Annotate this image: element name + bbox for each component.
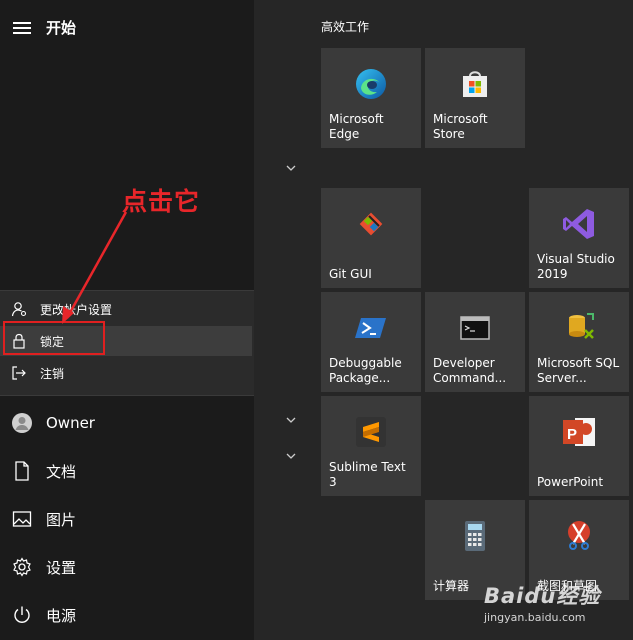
edge-icon [356,69,386,99]
annotation-text: 点击它 [122,187,201,216]
tile-git-gui[interactable]: Git GUI [321,188,421,288]
document-icon [11,460,33,482]
sql-server-icon [569,313,594,339]
nav-item-documents[interactable]: 文档 [0,451,254,491]
tile-label: Debuggable Package... [329,356,402,385]
tile-label: PowerPoint [537,475,604,489]
watermark-url: jingyan.baidu.com [484,611,586,624]
start-title: 开始 [46,19,77,37]
hamburger-menu-icon[interactable] [13,22,31,34]
tile-label: Developer Command... [433,356,507,385]
picture-icon [11,508,33,530]
nav-item-label: 文档 [46,462,77,481]
calculator-icon [465,521,485,551]
chevron-down-icon[interactable] [286,453,296,459]
nav-item-owner[interactable]: Owner [0,403,254,443]
menu-item-label: 注销 [40,366,65,381]
tile-sublime-text[interactable]: Sublime Text 3 [321,396,421,496]
visual-studio-icon [563,209,594,239]
powershell-icon [355,318,386,338]
git-icon [359,212,383,236]
user-avatar-icon [11,412,33,434]
baidu-watermark: Baidu经验 jingyan.baidu.com [484,580,600,624]
tile-group-title: 高效工作 [321,20,370,34]
nav-item-label: 图片 [46,510,77,529]
tile-label: Sublime Text 3 [329,460,406,489]
sublime-icon [356,417,386,447]
powerpoint-icon: P [563,418,595,446]
annotation-highlight-box [3,321,105,355]
tile-label: Microsoft SQL Server... [537,356,620,385]
chevron-down-icon[interactable] [286,417,296,423]
tile-label: Git GUI [329,267,372,281]
menu-item-label: 更改帐户设置 [40,302,113,317]
store-icon [463,71,487,97]
tile-label: Microsoft Edge [329,112,384,141]
watermark-main: Baidu经验 [484,584,601,608]
account-settings-icon [11,301,27,317]
tile-microsoft-store[interactable]: Microsoft Store [425,48,525,148]
nav-item-settings[interactable]: 设置 [0,547,254,587]
tile-powerpoint[interactable]: P PowerPoint [529,396,629,496]
tile-label: Visual Studio 2019 [537,252,615,281]
tile-sql-server[interactable]: Microsoft SQL Server... [529,292,629,392]
chevron-down-icon[interactable] [286,165,296,171]
nav-item-pictures[interactable]: 图片 [0,499,254,539]
tile-visual-studio[interactable]: Visual Studio 2019 [529,188,629,288]
tile-microsoft-edge[interactable]: Microsoft Edge [321,48,421,148]
power-icon [11,604,33,626]
menu-item-sign-out[interactable]: 注销 [0,358,254,388]
nav-item-label: 设置 [46,558,77,577]
snip-sketch-icon [568,521,590,550]
gear-icon [11,556,33,578]
sign-out-icon [11,365,27,381]
menu-item-account-settings[interactable]: 更改帐户设置 [0,294,254,324]
nav-item-label: Owner [46,414,95,432]
nav-item-label: 电源 [46,606,77,625]
nav-item-power[interactable]: 电源 [0,595,254,635]
tile-debuggable-package[interactable]: Debuggable Package... [321,292,421,392]
command-prompt-icon [460,316,490,340]
tile-label: Microsoft Store [433,112,488,141]
svg-text:P: P [567,426,577,443]
tile-developer-command[interactable]: Developer Command... [425,292,525,392]
